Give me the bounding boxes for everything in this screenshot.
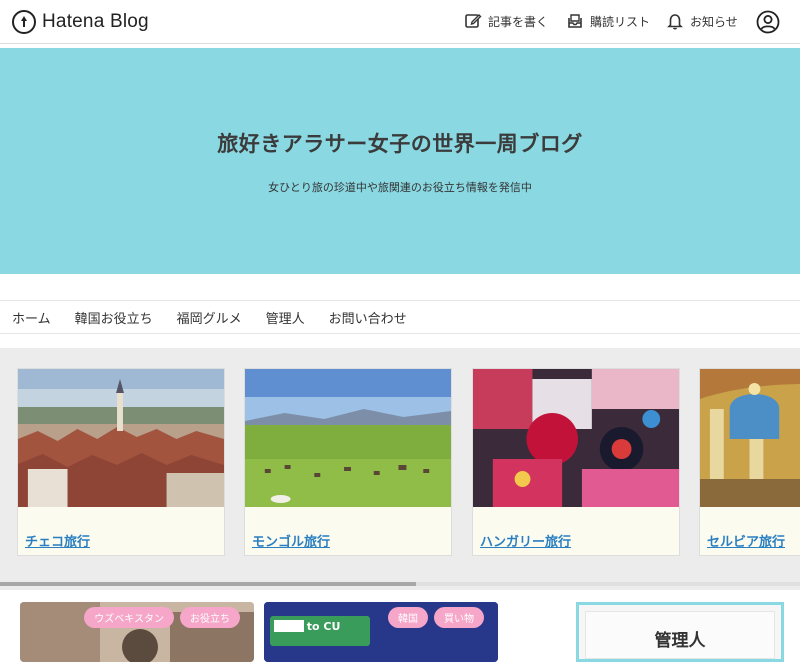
blog-description: 女ひとり旅の珍道中や旅関連のお役立ち情報を発信中 bbox=[268, 181, 532, 194]
category-label-mongolia[interactable]: モンゴル旅行 bbox=[252, 531, 330, 550]
sidebar-admin-title: 管理人 bbox=[654, 631, 706, 651]
category-label-czech[interactable]: チェコ旅行 bbox=[25, 531, 90, 550]
subscriptions-button[interactable]: 購読リスト bbox=[566, 12, 650, 30]
write-article-button[interactable]: 記事を書く bbox=[464, 12, 548, 30]
category-card-hungary[interactable]: ハンガリー旅行 bbox=[472, 368, 680, 556]
category-card-serbia[interactable]: セルビア旅行 bbox=[699, 368, 800, 556]
category-label-serbia[interactable]: セルビア旅行 bbox=[707, 531, 785, 550]
post-tags: 韓国 買い物 bbox=[382, 607, 484, 628]
tag-uzbekistan[interactable]: ウズベキスタン bbox=[84, 607, 174, 628]
post-card-uzbekistan[interactable]: ウズベキスタン お役立ち bbox=[20, 602, 254, 662]
post-card-korea[interactable]: Nice to CU 韓国 買い物 bbox=[264, 602, 498, 662]
nav-item-home[interactable]: ホーム bbox=[12, 308, 51, 327]
czech-town-photo bbox=[18, 369, 224, 507]
edit-icon bbox=[465, 14, 482, 28]
nav-item-admin[interactable]: 管理人 bbox=[266, 308, 305, 327]
blog-header: 旅好きアラサー女子の世界一周ブログ 女ひとり旅の珍道中や旅関連のお役立ち情報を発… bbox=[0, 48, 800, 274]
blog-title[interactable]: 旅好きアラサー女子の世界一周ブログ bbox=[0, 128, 800, 158]
hungary-embroidery-photo bbox=[473, 369, 679, 507]
serbia-church-photo bbox=[700, 369, 800, 507]
notifications-label: お知らせ bbox=[690, 14, 738, 29]
sidebar-admin-box: 管理人 bbox=[576, 602, 784, 662]
tag-tips[interactable]: お役立ち bbox=[180, 607, 240, 628]
hatena-blog-logo[interactable]: Hatena Blog bbox=[12, 9, 149, 34]
user-icon bbox=[756, 10, 780, 34]
logo-text: Hatena Blog bbox=[42, 10, 149, 32]
mongolia-grassland-photo bbox=[245, 369, 451, 507]
notifications-button[interactable]: お知らせ bbox=[666, 12, 738, 30]
hatena-pen-icon bbox=[12, 9, 36, 34]
nav-item-korea-tips[interactable]: 韓国お役立ち bbox=[75, 308, 153, 327]
user-avatar-button[interactable] bbox=[756, 10, 780, 38]
inbox-icon bbox=[568, 14, 582, 28]
slider-scroll-thumb[interactable] bbox=[0, 582, 416, 586]
sidebar-admin-inner: 管理人 bbox=[585, 611, 775, 659]
tag-shopping[interactable]: 買い物 bbox=[434, 607, 484, 628]
post-image-text: Nice to CU bbox=[276, 620, 341, 633]
nav-item-contact[interactable]: お問い合わせ bbox=[329, 308, 407, 327]
global-nav: ホーム 韓国お役立ち 福岡グルメ 管理人 お問い合わせ bbox=[0, 300, 800, 334]
subscriptions-label: 購読リスト bbox=[590, 14, 651, 29]
top-bar: Hatena Blog 記事を書く 購読リスト お知らせ bbox=[0, 0, 800, 44]
tag-korea[interactable]: 韓国 bbox=[388, 607, 428, 628]
category-slider: チェコ旅行 モンゴル旅行 ハンガリー旅行 セルビア旅行 bbox=[0, 348, 800, 590]
write-article-label: 記事を書く bbox=[488, 14, 549, 29]
category-label-hungary[interactable]: ハンガリー旅行 bbox=[480, 531, 571, 550]
bell-icon bbox=[667, 14, 683, 30]
category-card-mongolia[interactable]: モンゴル旅行 bbox=[244, 368, 452, 556]
post-tags: ウズベキスタン お役立ち bbox=[78, 607, 240, 628]
nav-item-fukuoka-gourmet[interactable]: 福岡グルメ bbox=[177, 308, 242, 327]
category-card-czech[interactable]: チェコ旅行 bbox=[17, 368, 225, 556]
